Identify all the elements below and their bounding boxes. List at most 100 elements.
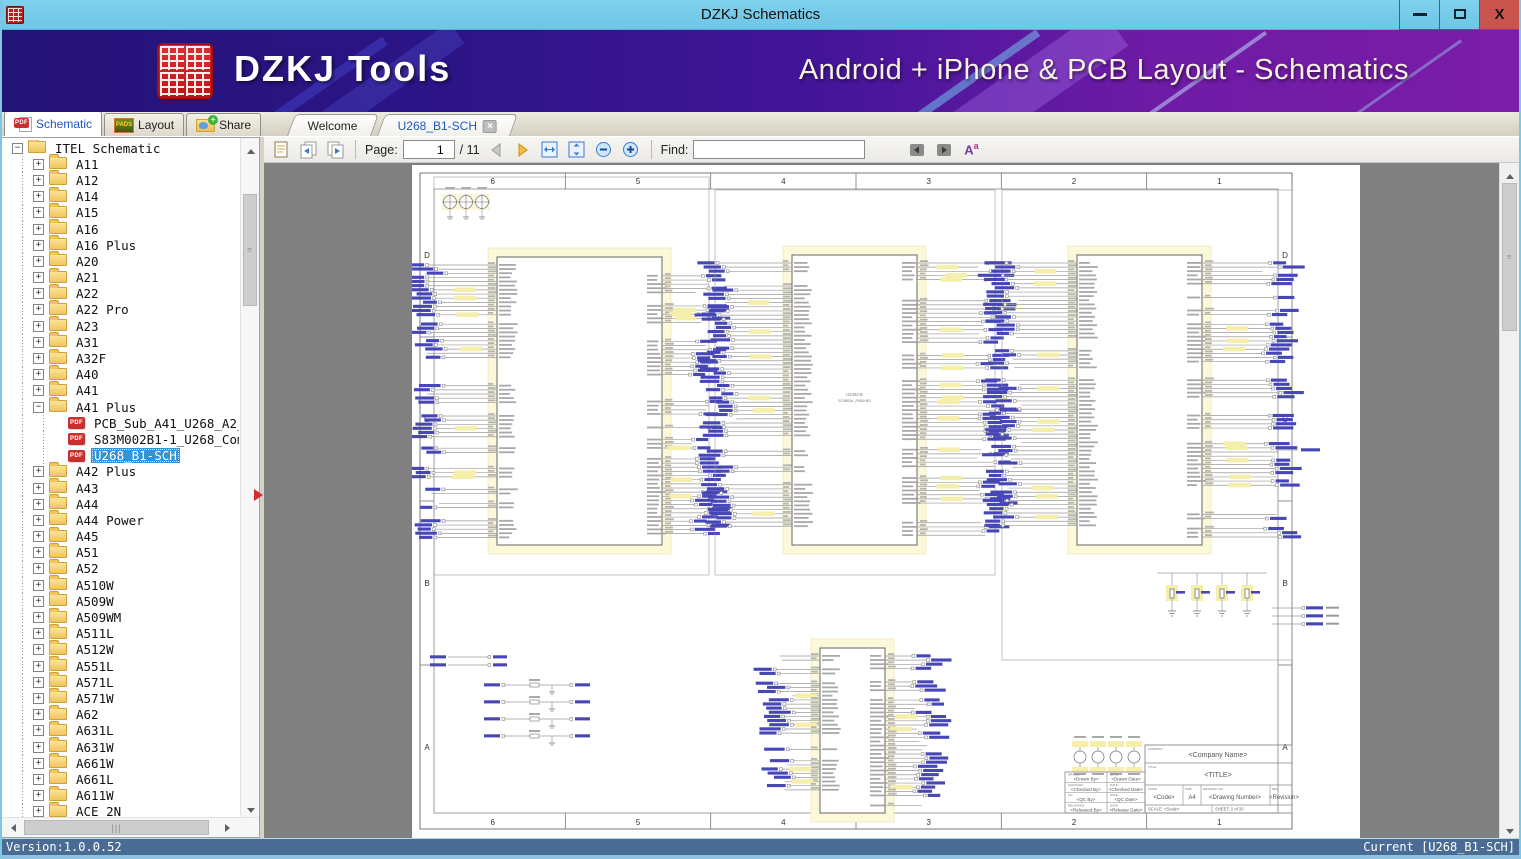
expand-icon[interactable]: + <box>33 579 44 591</box>
tree-item-a44[interactable]: + A44 <box>2 494 239 513</box>
tree-item-a32f[interactable]: + A32F <box>2 348 239 367</box>
single-page-view-button[interactable] <box>270 139 292 161</box>
tree-item-a511l[interactable]: + A511L <box>2 623 239 642</box>
tree-item-a45[interactable]: + A45 <box>2 526 239 545</box>
tree-item-a41-plus[interactable]: − A41 Plus <box>2 397 239 416</box>
tree-item-a16-plus[interactable]: + A16 Plus <box>2 235 239 254</box>
tree-item-a31[interactable]: + A31 <box>2 332 239 351</box>
tree-item-a52[interactable]: + A52 <box>2 558 239 577</box>
expand-icon[interactable]: + <box>33 174 44 186</box>
expand-icon[interactable]: + <box>33 595 44 607</box>
viewer-vertical-scrollbar[interactable]: ≡ <box>1499 163 1519 838</box>
expand-icon[interactable]: + <box>33 757 44 769</box>
expand-icon[interactable]: + <box>33 272 44 284</box>
tree-item-a14[interactable]: + A14 <box>2 186 239 205</box>
scrollbar-thumb[interactable]: ≡ <box>1502 183 1517 331</box>
fit-page-button[interactable] <box>566 139 588 161</box>
expand-icon[interactable]: + <box>33 304 44 316</box>
tree-item-a21[interactable]: + A21 <box>2 267 239 286</box>
scroll-right-button[interactable] <box>220 819 239 836</box>
tree-item-a661l[interactable]: + A661L <box>2 769 239 788</box>
scroll-down-button[interactable] <box>1500 821 1519 838</box>
tree-item-a512w[interactable]: + A512W <box>2 639 239 658</box>
fit-width-button[interactable] <box>539 139 561 161</box>
expand-icon[interactable]: + <box>33 255 44 267</box>
tree-item-a41[interactable]: + A41 <box>2 380 239 399</box>
pdf-viewer[interactable]: 665544332211DDCCBBAAU2402-BSC9863A_P654+… <box>264 163 1519 838</box>
tree-item-a509w[interactable]: + A509W <box>2 591 239 610</box>
expand-icon[interactable]: + <box>33 644 44 656</box>
tree-item-a42-plus[interactable]: + A42 Plus <box>2 461 239 480</box>
expand-icon[interactable]: + <box>33 709 44 721</box>
scroll-up-button[interactable] <box>1500 163 1519 180</box>
expand-icon[interactable]: + <box>33 628 44 640</box>
tree-item-u268-b1-sch[interactable]: PDF U268_B1-SCH <box>2 447 239 464</box>
find-next-button[interactable] <box>933 139 955 161</box>
scrollbar-thumb[interactable]: ≡ <box>243 194 257 306</box>
find-previous-button[interactable] <box>906 139 928 161</box>
tree-item-a571w[interactable]: + A571W <box>2 688 239 707</box>
tree-item-itel-schematic[interactable]: − ITEL Schematic <box>2 140 239 156</box>
scroll-down-button[interactable] <box>241 800 259 817</box>
tree-item-a40[interactable]: + A40 <box>2 364 239 383</box>
tree-item-a510w[interactable]: + A510W <box>2 575 239 594</box>
expand-icon[interactable]: + <box>33 725 44 737</box>
tree-vertical-scrollbar[interactable]: ≡ <box>240 138 259 817</box>
tree-item-a509wm[interactable]: + A509WM <box>2 607 239 626</box>
tab-share[interactable]: + Share <box>186 113 262 136</box>
tree-item-a661w[interactable]: + A661W <box>2 753 239 772</box>
expand-icon[interactable]: + <box>33 547 44 559</box>
tree-item-ace-2n[interactable]: + ACE 2N <box>2 801 239 817</box>
expand-icon[interactable]: + <box>33 806 44 817</box>
expand-icon[interactable]: + <box>33 498 44 510</box>
tree-item-a16[interactable]: + A16 <box>2 219 239 238</box>
expand-icon[interactable]: + <box>33 531 44 543</box>
expand-icon[interactable]: + <box>33 223 44 235</box>
tree-item-a631w[interactable]: + A631W <box>2 737 239 756</box>
find-input[interactable] <box>693 140 866 159</box>
match-case-button[interactable]: Aa <box>960 139 982 161</box>
expand-icon[interactable]: + <box>33 385 44 397</box>
expand-icon[interactable]: + <box>33 353 44 365</box>
expand-icon[interactable]: + <box>33 790 44 802</box>
expand-icon[interactable]: + <box>33 773 44 785</box>
expand-icon[interactable]: + <box>33 239 44 251</box>
tree-item-a51[interactable]: + A51 <box>2 542 239 561</box>
tree-item-a44-power[interactable]: + A44 Power <box>2 510 239 529</box>
expand-icon[interactable]: + <box>33 563 44 575</box>
tree-item-a22[interactable]: + A22 <box>2 283 239 302</box>
tab-layout[interactable]: PADS Layout <box>104 113 185 136</box>
tree-item-a20[interactable]: + A20 <box>2 251 239 270</box>
expand-icon[interactable]: + <box>33 660 44 672</box>
page-number-input[interactable] <box>402 140 455 159</box>
next-view-button[interactable] <box>324 139 346 161</box>
tree-item-s83m002b1-1-u268-componen[interactable]: PDF S83M002B1-1_U268_Componen <box>2 431 239 448</box>
expand-icon[interactable]: + <box>33 482 44 494</box>
expand-icon[interactable]: + <box>33 692 44 704</box>
doc-tab-welcome[interactable]: Welcome <box>287 114 379 136</box>
tree-item-a611w[interactable]: + A611W <box>2 785 239 804</box>
tree-item-a43[interactable]: + A43 <box>2 478 239 497</box>
tree-horizontal-scrollbar[interactable]: ||| <box>2 817 259 837</box>
collapse-icon[interactable]: − <box>12 142 23 154</box>
expand-icon[interactable]: + <box>33 369 44 381</box>
doc-tab-u268_b1-sch[interactable]: U268_B1-SCH × <box>376 114 519 136</box>
scrollbar-thumb[interactable]: ||| <box>24 820 209 835</box>
close-tab-icon[interactable]: × <box>483 119 498 132</box>
scroll-up-button[interactable] <box>241 138 259 155</box>
tree-item-a15[interactable]: + A15 <box>2 202 239 221</box>
expand-icon[interactable]: + <box>33 336 44 348</box>
tree-item-pcb-sub-a41-u268-a2-layou[interactable]: PDF PCB_Sub_A41_U268_A2_layou <box>2 415 239 432</box>
expand-icon[interactable]: + <box>33 207 44 219</box>
tree-item-a22-pro[interactable]: + A22 Pro <box>2 299 239 318</box>
expand-icon[interactable]: + <box>33 288 44 300</box>
expand-icon[interactable]: + <box>33 191 44 203</box>
tree-item-a12[interactable]: + A12 <box>2 170 239 189</box>
tree-item-a23[interactable]: + A23 <box>2 316 239 335</box>
tree-item-a11[interactable]: + A11 <box>2 154 239 173</box>
tree-item-a62[interactable]: + A62 <box>2 704 239 723</box>
expand-icon[interactable]: + <box>33 320 44 332</box>
next-page-button[interactable] <box>512 139 534 161</box>
tree-item-a631l[interactable]: + A631L <box>2 720 239 739</box>
tree-item-a551l[interactable]: + A551L <box>2 656 239 675</box>
